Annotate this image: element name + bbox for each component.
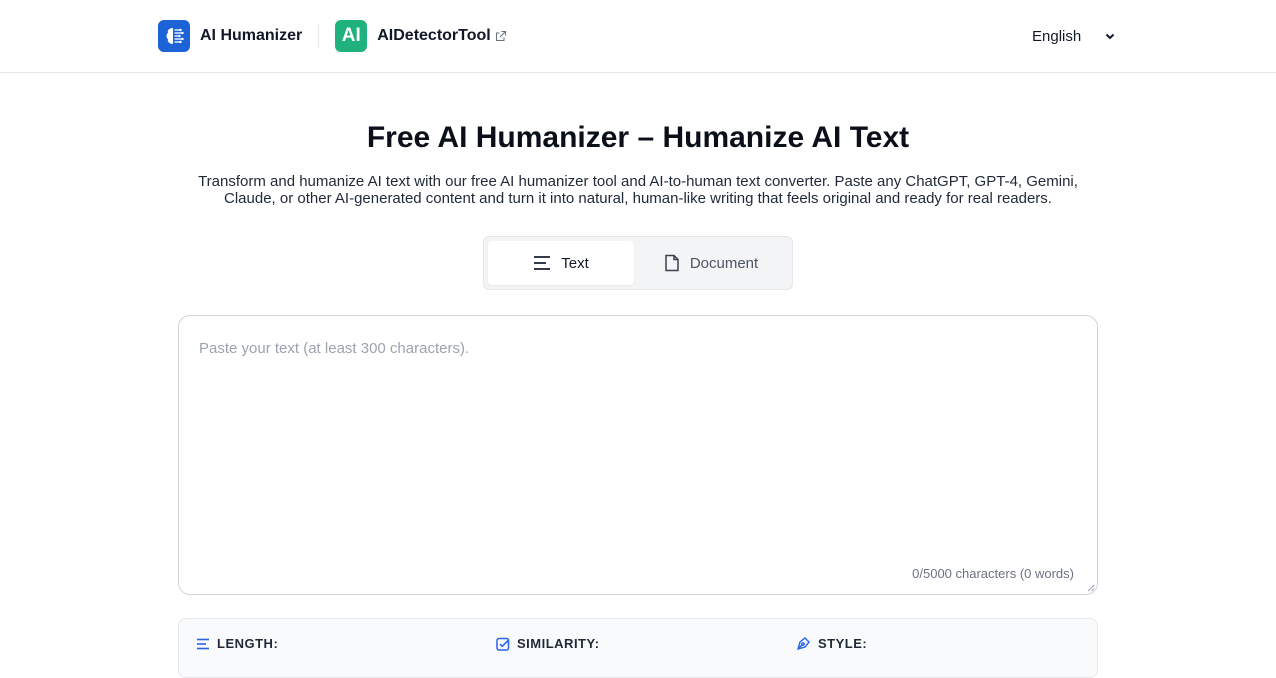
tab-document[interactable]: Document	[634, 241, 788, 285]
checkbox-check-icon	[496, 637, 510, 651]
language-select[interactable]: English	[1024, 22, 1120, 50]
lines-icon	[534, 256, 551, 270]
lines-icon	[197, 638, 209, 649]
page-subtitle: Transform and humanize AI text with our …	[198, 173, 1078, 207]
input-mode-tabs: Text Document	[483, 236, 793, 290]
similarity-label: SIMILARITY:	[517, 636, 600, 651]
top-header: AI Humanizer AI AIDetectorTool English	[0, 0, 1276, 73]
tab-text-label: Text	[561, 254, 589, 272]
text-input[interactable]	[179, 316, 1097, 594]
brain-circuit-icon[interactable]	[158, 19, 190, 52]
length-option[interactable]: LENGTH:	[196, 636, 278, 651]
file-icon	[665, 254, 679, 272]
text-editor: 0/5000 characters (0 words)	[178, 315, 1098, 595]
page-title: Free AI Humanizer – Humanize AI Text	[366, 121, 910, 154]
resize-handle-icon[interactable]	[1087, 584, 1095, 592]
language-value: English	[1032, 27, 1082, 45]
external-link-icon	[495, 30, 507, 42]
chevron-down-icon	[1105, 33, 1115, 40]
similarity-option[interactable]: SIMILARITY:	[496, 636, 600, 651]
tab-text[interactable]: Text	[488, 241, 634, 285]
brand-group: AI Humanizer AI AIDetectorTool	[158, 19, 507, 52]
style-label: STYLE:	[818, 636, 868, 651]
length-label: LENGTH:	[217, 636, 279, 651]
tab-document-label: Document	[689, 254, 759, 272]
brand-name[interactable]: AI Humanizer	[200, 27, 302, 45]
humanize-options-panel: LENGTH: SIMILARITY: STYLE:	[178, 618, 1098, 678]
character-counter: 0/5000 characters (0 words)	[912, 566, 1074, 581]
detector-link[interactable]: AIDetectorTool	[377, 27, 490, 45]
pen-tool-icon	[796, 637, 810, 651]
header-divider	[318, 23, 320, 48]
style-option[interactable]: STYLE:	[796, 636, 867, 651]
detector-logo[interactable]: AI	[335, 19, 368, 52]
